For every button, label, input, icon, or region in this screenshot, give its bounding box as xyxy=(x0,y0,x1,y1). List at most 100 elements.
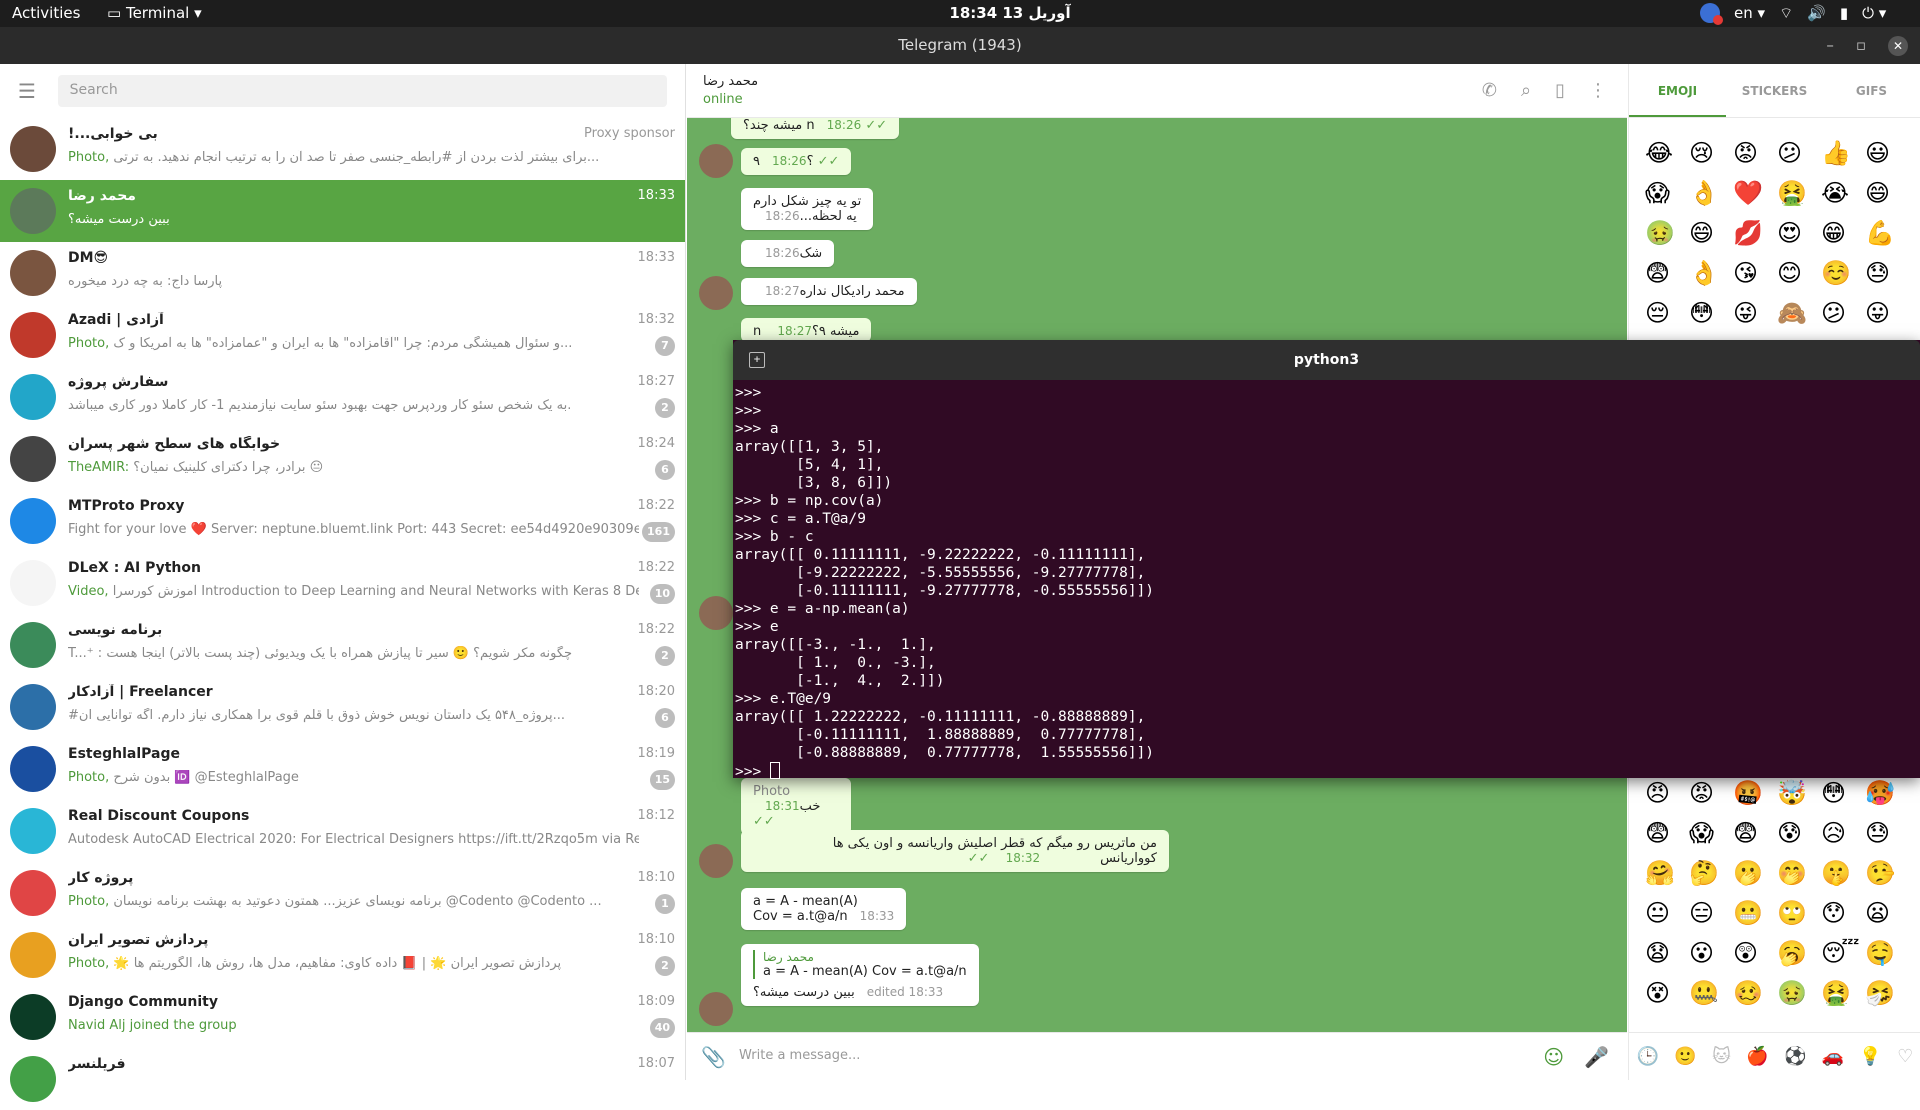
emoji-category-icon[interactable]: ⚽ xyxy=(1784,1046,1806,1067)
terminal-prompt-line[interactable]: >>> xyxy=(735,762,1918,781)
emoji-item[interactable]: 🤫 xyxy=(1821,858,1865,888)
emoji-item[interactable]: 😑 xyxy=(1689,898,1733,928)
chat-list-item[interactable]: پروژه کار 18:10 Photo, برنامه نویسای عزی… xyxy=(0,862,685,924)
emoji-item[interactable]: 🤤 xyxy=(1865,938,1909,968)
emoji-item[interactable]: 🤗 xyxy=(1645,858,1689,888)
emoji-item[interactable]: 😄 xyxy=(1689,218,1733,248)
emoji-item[interactable]: 😁 xyxy=(1821,218,1865,248)
emoji-item[interactable]: 😡 xyxy=(1733,138,1777,168)
avatar[interactable] xyxy=(699,276,733,310)
emoji-item[interactable]: 😮 xyxy=(1689,938,1733,968)
emoji-item[interactable]: 😊 xyxy=(1777,258,1821,288)
chat-list-item[interactable]: آزادکار | Freelancer 18:20 #پروژه_۵۴۸ یک… xyxy=(0,676,685,738)
emoji-item[interactable]: 😢 xyxy=(1689,138,1733,168)
emoji-item[interactable]: 😱 xyxy=(1689,818,1733,848)
message-bubble[interactable]: Photo خب18:31 ✓✓ xyxy=(741,778,851,835)
emoji-item[interactable]: 😵 xyxy=(1645,978,1689,1008)
emoji-item[interactable]: 🤔 xyxy=(1689,858,1733,888)
activities-button[interactable]: Activities xyxy=(12,4,80,22)
emoji-item[interactable]: 😛 xyxy=(1865,298,1909,328)
terminal-title-bar[interactable]: + python3 xyxy=(733,340,1920,380)
more-icon[interactable]: ⋮ xyxy=(1589,80,1607,101)
chat-list-item[interactable]: !...بی خوابی Proxy sponsor Photo, برای ب… xyxy=(0,118,685,180)
emoji-category-icon[interactable]: 🍎 xyxy=(1746,1046,1768,1067)
emoji-item[interactable]: 😕 xyxy=(1821,298,1865,328)
message-bubble[interactable]: محمد رضا a = A - mean(A) Cov = a.t@a/n ببی… xyxy=(741,944,979,1006)
search-icon[interactable]: ⌕ xyxy=(1521,80,1531,101)
emoji-category-icon[interactable]: 🙂 xyxy=(1674,1046,1696,1067)
tab-stickers[interactable]: STICKERS xyxy=(1726,64,1823,117)
message-bubble[interactable]: میشه چند؟ n 18:26 ✓✓ xyxy=(731,118,900,139)
phone-icon[interactable]: ✆ xyxy=(1482,80,1497,101)
chat-list-item[interactable]: خوابگاه های سطح شهر پسران 18:24 TheAMIR:… xyxy=(0,428,685,490)
emoji-item[interactable]: 😯 xyxy=(1821,898,1865,928)
maximize-icon[interactable]: ▫ xyxy=(1856,27,1866,64)
microphone-icon[interactable]: 🎤 xyxy=(1584,1045,1609,1069)
sidebar-toggle-icon[interactable]: ▯ xyxy=(1555,80,1565,101)
emoji-item[interactable]: 😐 xyxy=(1645,898,1689,928)
emoji-item[interactable]: 🤮 xyxy=(1821,978,1865,1008)
emoji-item[interactable]: 😓 xyxy=(1865,258,1909,288)
emoji-item[interactable]: 🙄 xyxy=(1777,898,1821,928)
chat-list-item[interactable]: Django Community 18:09 Navid Alj joined … xyxy=(0,986,685,1048)
emoji-item[interactable]: 😜 xyxy=(1733,298,1777,328)
emoji-item[interactable]: 😘 xyxy=(1733,258,1777,288)
emoji-icon[interactable]: ☺ xyxy=(1543,1045,1564,1069)
emoji-item[interactable]: 😬 xyxy=(1733,898,1777,928)
emoji-item[interactable]: 😃 xyxy=(1865,138,1909,168)
chat-list-item[interactable]: برنامه نویسی 18:22 T...⁺ : چگونه مکر شوی… xyxy=(0,614,685,676)
emoji-item[interactable]: 😓 xyxy=(1865,818,1909,848)
emoji-item[interactable]: 😭 xyxy=(1821,178,1865,208)
tab-gifs[interactable]: GIFS xyxy=(1823,64,1920,117)
tab-emoji[interactable]: EMOJI xyxy=(1629,64,1726,117)
chat-list-item[interactable]: فریلنسر 18:07 xyxy=(0,1048,685,1110)
emoji-item[interactable]: 😱 xyxy=(1645,178,1689,208)
emoji-item[interactable]: 😄 xyxy=(1865,178,1909,208)
menu-icon[interactable]: ☰ xyxy=(18,79,38,103)
emoji-item[interactable]: 🤮 xyxy=(1777,178,1821,208)
search-input[interactable]: Search xyxy=(57,75,667,107)
emoji-item[interactable]: 🤧 xyxy=(1865,978,1909,1008)
avatar[interactable] xyxy=(699,844,733,878)
clock[interactable]: 18:34 13 آوریل xyxy=(900,4,1120,22)
emoji-item[interactable]: 😨 xyxy=(1733,818,1777,848)
emoji-item[interactable]: 🤭 xyxy=(1777,858,1821,888)
chat-list-item[interactable]: Azadi | آزادی 18:32 Photo, و سئوال همیشگ… xyxy=(0,304,685,366)
message-bubble[interactable]: تو یه چیز شکل دارم یه لحظه...18:26 xyxy=(741,188,874,230)
emoji-item[interactable]: 🤥 xyxy=(1865,858,1909,888)
emoji-item[interactable]: 🥴 xyxy=(1733,978,1777,1008)
terminal-app-menu[interactable]: ▭ Terminal ▾ xyxy=(107,4,202,22)
terminal-window[interactable]: + python3 >>> >>> >>> a array([[1, 3, 5],… xyxy=(733,340,1920,780)
emoji-item[interactable]: 👍 xyxy=(1821,138,1865,168)
message-bubble[interactable]: ؟۹18:26 ✓✓ xyxy=(741,148,852,175)
emoji-item[interactable]: 😔 xyxy=(1645,298,1689,328)
avatar[interactable] xyxy=(699,596,733,630)
attach-icon[interactable]: 📎 xyxy=(701,1045,726,1069)
emoji-item[interactable]: 👌 xyxy=(1689,178,1733,208)
emoji-item[interactable]: 😴 xyxy=(1821,938,1865,968)
chat-list-item[interactable]: MTProto Proxy 18:22 Fight for your love … xyxy=(0,490,685,552)
chat-list-item[interactable]: DM😎 18:33 پارسا داج: به چه درد میخوره xyxy=(0,242,685,304)
emoji-item[interactable]: 🥱 xyxy=(1777,938,1821,968)
emoji-item[interactable]: 😲 xyxy=(1733,938,1777,968)
chat-list-item[interactable]: Real Discount Coupons 18:12 Autodesk Aut… xyxy=(0,800,685,862)
emoji-item[interactable]: 🤢 xyxy=(1777,978,1821,1008)
emoji-category-icon[interactable]: 🐱 xyxy=(1712,1046,1731,1067)
emoji-category-icon[interactable]: 🚗 xyxy=(1822,1046,1844,1067)
emoji-item[interactable]: 🙈 xyxy=(1777,298,1821,328)
terminal-output[interactable]: >>> >>> >>> a array([[1, 3, 5], [5, 4, 1]… xyxy=(733,380,1920,785)
emoji-item[interactable]: 🤢 xyxy=(1645,218,1689,248)
chat-list-item[interactable]: محمد رضا 18:33 ببین درست میشه؟ xyxy=(0,180,685,242)
emoji-item[interactable]: 😦 xyxy=(1865,898,1909,928)
chat-list-item[interactable]: DLeX : AI Python 18:22 Video, آموزش کورس… xyxy=(0,552,685,614)
emoji-category-icon[interactable]: 💡 xyxy=(1859,1046,1881,1067)
message-input[interactable]: Write a message... xyxy=(739,1048,860,1063)
telegram-tray-icon[interactable] xyxy=(1700,3,1723,25)
chat-list-item[interactable]: پردازش تصویر ایران 18:10 Photo, 🌟 پردازش… xyxy=(0,924,685,986)
chat-title[interactable]: محمد رضا xyxy=(703,74,758,89)
message-bubble[interactable]: n میشه ۹؟18:27 xyxy=(741,318,872,342)
emoji-item[interactable]: 😨 xyxy=(1645,258,1689,288)
chat-list-item[interactable]: سفارش پروژه 18:27 به یک شخص سئو کار وردپ… xyxy=(0,366,685,428)
chat-list-item[interactable]: EsteghlalPage 18:19 Photo, بدون شرح 🆔 @E… xyxy=(0,738,685,800)
emoji-item[interactable]: 👌 xyxy=(1689,258,1733,288)
